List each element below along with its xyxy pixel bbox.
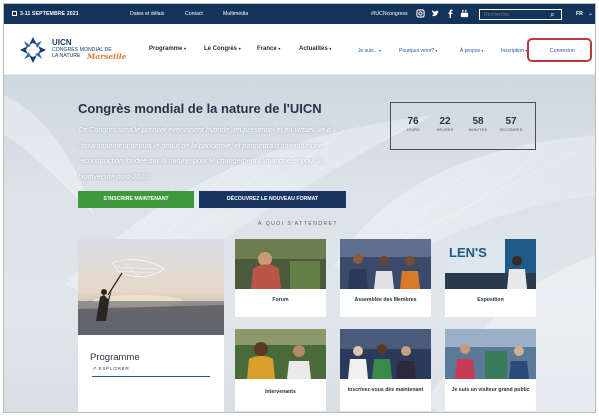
youtube-icon[interactable]: [460, 9, 469, 18]
nav-item-le-congres[interactable]: Le Congrès ▾: [204, 46, 241, 52]
browser-frame: 3-11 SEPTEMBRE 2021 Dates et délais Cont…: [3, 3, 596, 413]
card-inscrivez-vous[interactable]: Inscrivez-vous dès maintenant: [340, 329, 431, 411]
caret-down-icon: ▾: [184, 46, 187, 51]
nav-item-pourquoi-venir[interactable]: Pourquoi venir? ▾: [399, 48, 437, 54]
connexion-highlight-box: [527, 38, 592, 62]
card-intervenants[interactable]: Intervenants: [235, 329, 326, 411]
card-inscrivez-vous-label: Inscrivez-vous dès maintenant: [347, 387, 424, 393]
section-heading: À QUOI S'ATTENDRE?: [258, 221, 338, 227]
instagram-icon[interactable]: [416, 9, 425, 18]
intervenants-image: [235, 329, 326, 379]
logo-text-uicn: UICN: [52, 38, 72, 47]
countdown-seconds: 57 SECONDES: [499, 116, 523, 132]
countdown-minutes: 58 MINUTES: [468, 116, 488, 132]
hero-title: Congrès mondial de la nature de l'UICN: [78, 101, 322, 116]
nav-item-inscription[interactable]: Inscription ▾: [501, 48, 527, 54]
countdown-days: 76 JOURS: [406, 116, 420, 132]
top-link-dates[interactable]: Dates et délais: [130, 11, 164, 17]
uicn-logo-mark: [20, 37, 46, 63]
nav-item-programme[interactable]: Programme ▾: [149, 46, 186, 52]
hero-description: Ce Congrès sera le premier événement hyb…: [78, 125, 331, 181]
exposition-image: LEN'S: [445, 239, 536, 289]
hashtag-link[interactable]: #IUCNcongress: [371, 11, 408, 17]
chevron-down-icon[interactable]: ⌄: [588, 10, 593, 17]
card-visiteur-label: Je suis un visiteur grand public: [451, 387, 530, 393]
inscrivez-vous-image: [340, 329, 431, 379]
nav-item-actualites[interactable]: Actualités ▾: [299, 46, 331, 52]
calendar-icon: [12, 11, 17, 16]
hero-section: Congrès mondial de la nature de l'UICN C…: [4, 75, 595, 412]
nav-item-je-suis[interactable]: Je suis... ▾: [358, 48, 381, 54]
programme-card[interactable]: Programme ↗ EXPLORER: [78, 239, 224, 412]
caret-down-icon: ▾: [481, 48, 484, 53]
top-link-contact[interactable]: Contact: [185, 11, 203, 17]
card-forum[interactable]: Forum: [235, 239, 326, 317]
card-assemblee[interactable]: Assemblée des Membres: [340, 239, 431, 317]
uicn-logo[interactable]: UICN CONGRÈS MONDIAL DE LA NATURE Marsei…: [18, 35, 133, 67]
card-exposition-label: Exposition: [477, 297, 504, 303]
caret-down-icon: ▾: [435, 48, 438, 53]
facebook-icon[interactable]: [446, 9, 455, 18]
caret-down-icon: ▾: [329, 46, 332, 51]
top-link-multimedia[interactable]: Multimédia: [223, 11, 248, 17]
twitter-icon[interactable]: [431, 9, 440, 18]
countdown-timer: 76 JOURS 22 HEURES 58 MINUTES 57 SECONDES: [390, 102, 536, 150]
main-navigation: UICN CONGRÈS MONDIAL DE LA NATURE Marsei…: [4, 24, 595, 75]
caret-down-icon: ▾: [278, 46, 281, 51]
nav-item-a-propos[interactable]: À propos ▾: [460, 48, 483, 54]
top-bar: 3-11 SEPTEMBRE 2021 Dates et délais Cont…: [4, 4, 595, 24]
explore-underline: [92, 376, 210, 377]
card-intervenants-label: Intervenants: [265, 389, 296, 395]
programme-card-title: Programme: [90, 352, 140, 363]
event-date: 3-11 SEPTEMBRE 2021: [12, 11, 79, 17]
explore-link[interactable]: ↗ EXPLORER: [92, 367, 129, 372]
caret-down-icon: ▾: [238, 46, 241, 51]
caret-down-icon: ▾: [379, 48, 382, 53]
register-now-button[interactable]: S'INSCRIRE MAINTENANT: [78, 191, 194, 208]
forum-image: [235, 239, 326, 289]
language-selector[interactable]: FR: [576, 11, 583, 17]
discover-format-button[interactable]: DÉCOUVREZ LE NOUVEAU FORMAT: [199, 191, 346, 208]
assemblee-image: [340, 239, 431, 289]
countdown-hours: 22 HEURES: [436, 116, 454, 132]
card-forum-label: Forum: [272, 297, 289, 303]
search-icon[interactable]: ⌕: [550, 10, 554, 20]
card-exposition[interactable]: LEN'S Exposition: [445, 239, 536, 317]
programme-image: [78, 239, 224, 335]
card-visiteur[interactable]: Je suis un visiteur grand public: [445, 329, 536, 411]
svg-text:LEN'S: LEN'S: [449, 245, 487, 260]
logo-text-marseille: Marseille: [87, 52, 127, 61]
card-assemblee-label: Assemblée des Membres: [354, 297, 417, 303]
nav-item-france[interactable]: France ▾: [257, 46, 280, 52]
visiteur-image: [445, 329, 536, 379]
